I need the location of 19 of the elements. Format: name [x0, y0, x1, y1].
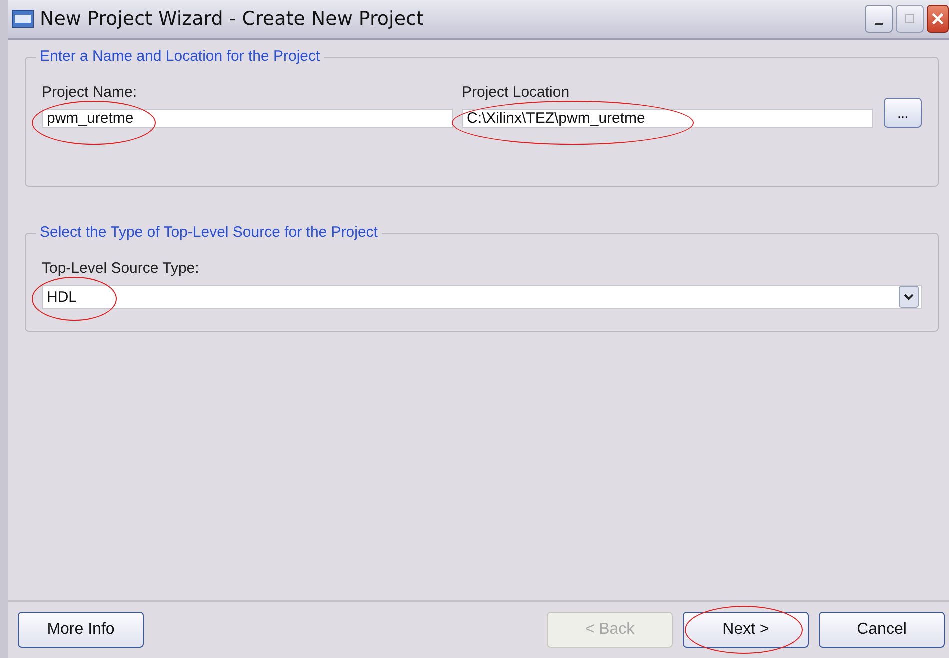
text-field[interactable]: C:\Xilinx\TEZ\pwm_uretme: [462, 109, 873, 128]
group-title: Enter a Name and Location for the Project: [36, 48, 324, 65]
minimize-button[interactable]: [865, 5, 893, 33]
dialog-button[interactable]: Cancel: [819, 612, 945, 648]
minimize-icon: [875, 23, 883, 25]
window-title: New Project Wizard - Create New Project: [40, 8, 424, 30]
field-label: Project Name:: [42, 84, 138, 101]
dialog-button[interactable]: More Info: [18, 612, 144, 648]
field-label: Top-Level Source Type:: [42, 260, 200, 277]
group-title: Select the Type of Top-Level Source for the Project: [36, 224, 382, 241]
app-icon: [12, 10, 34, 28]
text-field[interactable]: pwm_uretme: [42, 109, 453, 128]
close-button[interactable]: [927, 5, 949, 33]
field-label: Project Location: [462, 84, 571, 101]
dropdown[interactable]: HDL: [42, 285, 922, 309]
maximize-icon: [905, 14, 915, 24]
close-icon: [932, 13, 944, 25]
browse-button[interactable]: ...: [884, 98, 922, 128]
dialog-button[interactable]: Next >: [683, 612, 809, 648]
